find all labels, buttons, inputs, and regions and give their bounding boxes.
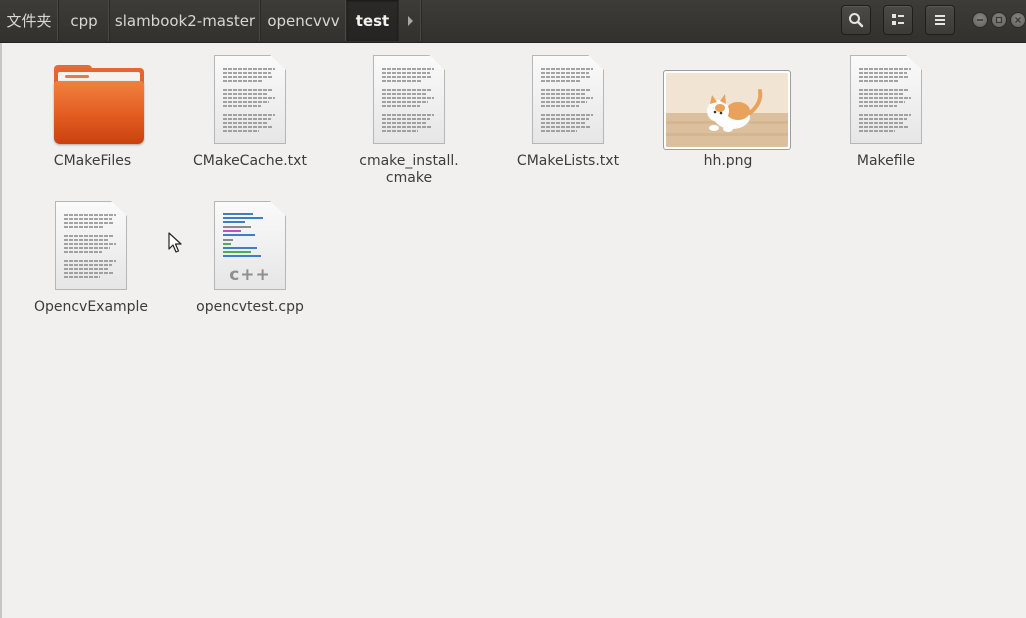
file-view[interactable]: CMakeFiles CMakeCache.txt cmake_install.…: [0, 43, 1026, 618]
folder-icon: [16, 43, 146, 144]
file-item[interactable]: CMakeCache.txt: [185, 43, 315, 170]
close-button[interactable]: [1010, 12, 1026, 28]
kitten-image-icon: [666, 73, 788, 147]
file-manager-window: 文件夹 cpp slambook2-master opencvvv test C…: [0, 0, 1026, 618]
text-document-icon: [26, 189, 156, 290]
text-document-icon: [503, 43, 633, 144]
breadcrumb-item-opencvvv[interactable]: opencvvv: [261, 0, 347, 41]
cpp-badge: c++: [229, 265, 271, 285]
chevron-right-icon: [407, 15, 413, 26]
file-item[interactable]: CMakeFiles: [16, 43, 146, 170]
mouse-pointer-icon: [168, 232, 182, 253]
grid-view-icon: [892, 14, 904, 25]
text-document-icon: [344, 43, 474, 144]
close-icon: [1015, 17, 1021, 23]
file-item[interactable]: Makefile: [821, 43, 951, 170]
maximize-button[interactable]: [991, 12, 1007, 28]
file-item[interactable]: cmake_install. cmake: [344, 43, 474, 187]
breadcrumb-item-test[interactable]: test: [347, 0, 399, 41]
file-item[interactable]: CMakeLists.txt: [503, 43, 633, 170]
cpp-source-icon: c++: [185, 189, 315, 290]
minimize-icon: [977, 19, 983, 21]
file-name: cmake_install. cmake: [359, 153, 459, 186]
breadcrumb-item-folder[interactable]: 文件夹: [0, 0, 59, 41]
text-document-icon: [821, 43, 951, 144]
text-document-icon: [185, 43, 315, 144]
minimize-button[interactable]: [972, 12, 988, 28]
search-icon: [849, 13, 864, 28]
hamburger-menu-icon: [935, 15, 945, 25]
breadcrumb-forward-button[interactable]: [399, 0, 422, 41]
menu-button[interactable]: [925, 5, 955, 35]
file-item[interactable]: OpencvExample: [26, 189, 156, 316]
breadcrumb-item-slambook2-master[interactable]: slambook2-master: [110, 0, 261, 41]
breadcrumb: 文件夹 cpp slambook2-master opencvvv test: [0, 0, 422, 42]
header-bar: 文件夹 cpp slambook2-master opencvvv test: [0, 0, 1026, 43]
maximize-icon: [995, 16, 1003, 24]
file-item[interactable]: c++ opencvtest.cpp: [185, 189, 315, 316]
file-item[interactable]: hh.png: [663, 43, 793, 170]
view-toggle-button[interactable]: [883, 5, 913, 35]
image-thumbnail: [663, 43, 793, 150]
search-button[interactable]: [841, 5, 871, 35]
breadcrumb-item-cpp[interactable]: cpp: [59, 0, 110, 41]
